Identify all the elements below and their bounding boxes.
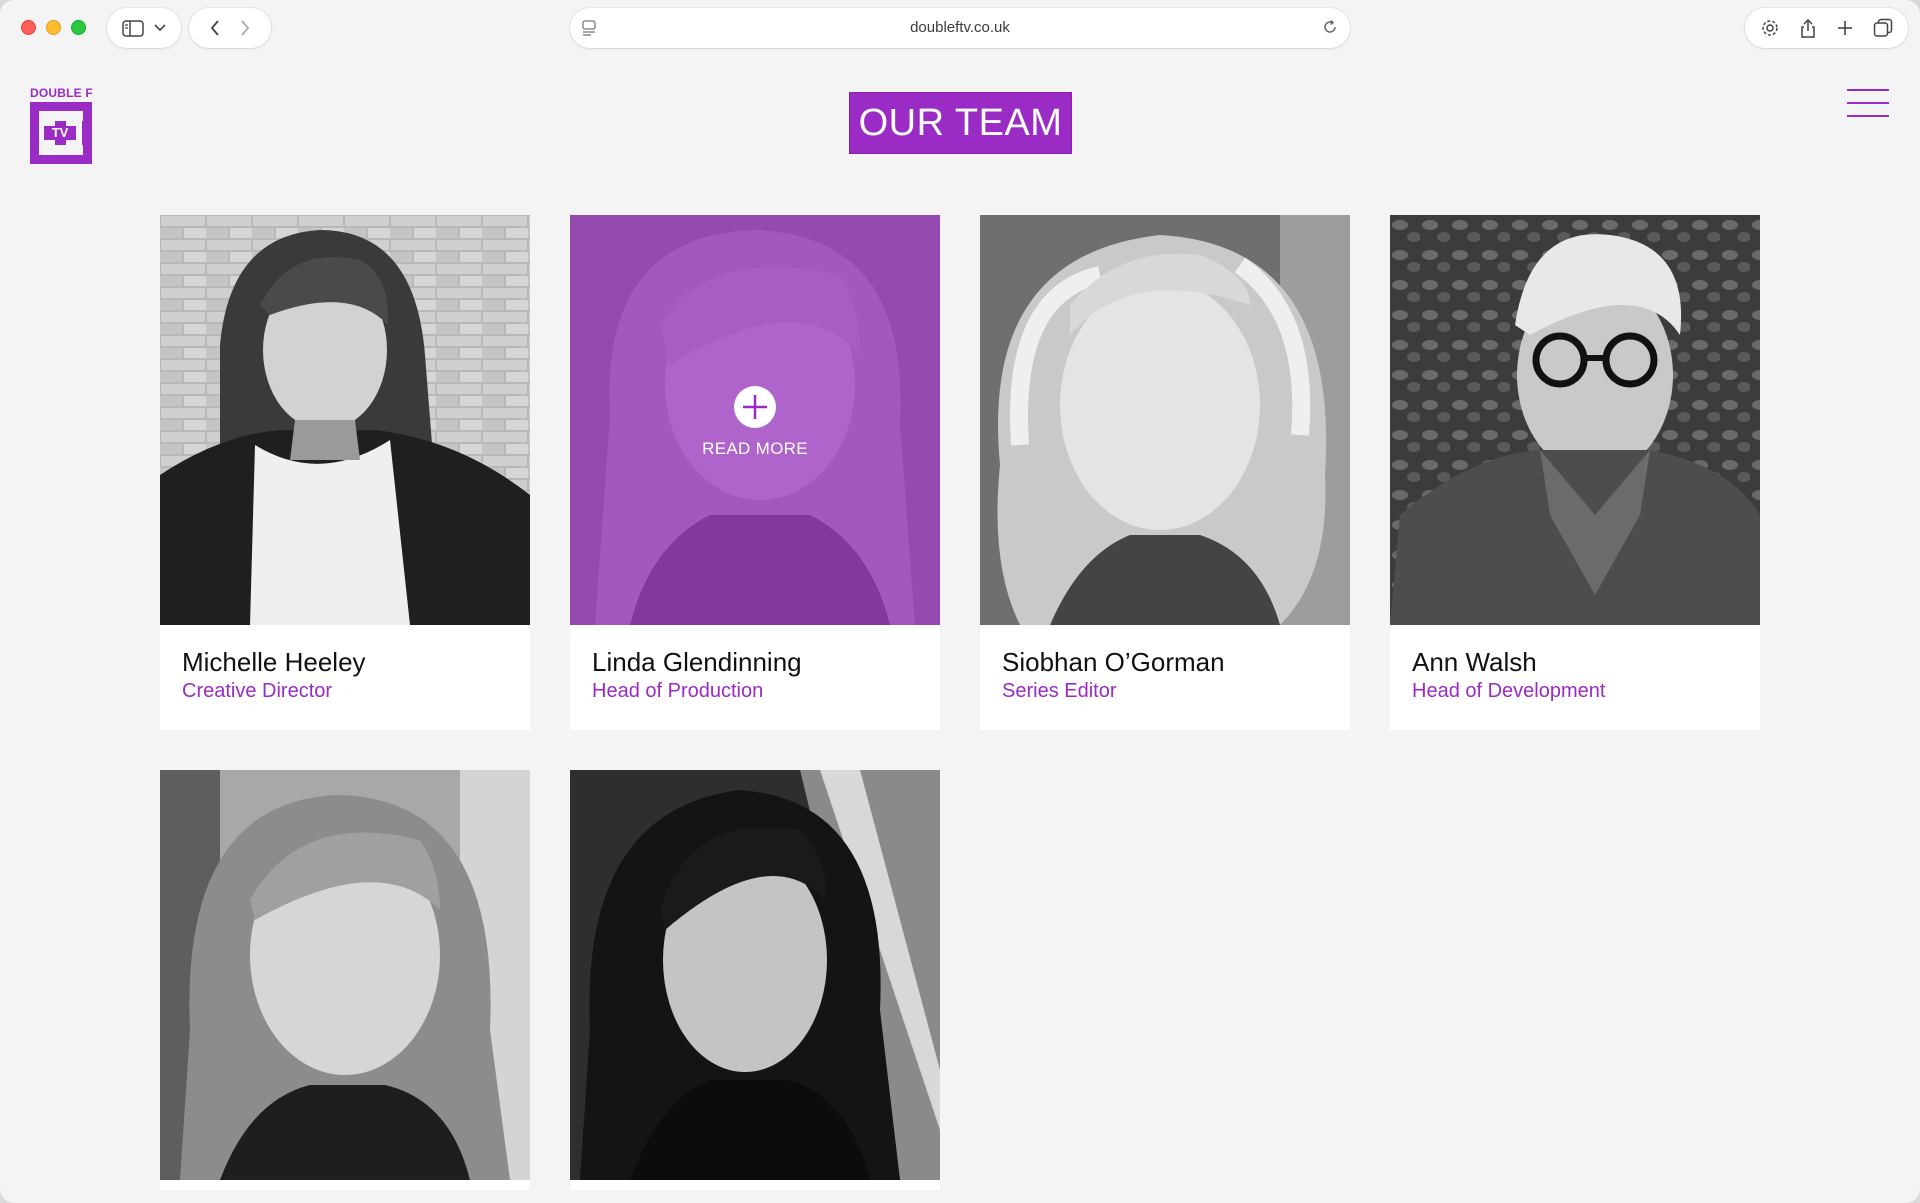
team-member-name[interactable]: Michelle Heeley (182, 647, 366, 678)
sidebar-toggle-group (107, 8, 181, 48)
team-member-photo[interactable] (1390, 215, 1760, 625)
team-member-photo[interactable] (160, 770, 530, 1180)
browser-window: doubleftv.co.uk DOUBLE F TV OUR TEAM Mic… (0, 0, 1920, 1203)
team-card[interactable]: READ MORE Linda Glendinning Head of Prod… (570, 215, 940, 730)
team-member-name[interactable]: Ann Walsh (1412, 647, 1537, 678)
team-card[interactable]: Siobhan O’Gorman Series Editor (980, 215, 1350, 730)
tabs-overview-icon[interactable] (1873, 18, 1893, 38)
toolbar-actions (1745, 8, 1908, 48)
team-member-name[interactable]: Siobhan O’Gorman (1002, 647, 1225, 678)
team-card[interactable] (160, 770, 530, 1190)
reload-icon[interactable] (1322, 19, 1338, 35)
logo-mark: TV (30, 102, 92, 164)
svg-text:TV: TV (52, 125, 69, 140)
team-card[interactable]: Michelle Heeley Creative Director (160, 215, 530, 730)
team-member-photo[interactable] (570, 770, 940, 1180)
team-member-photo[interactable] (160, 215, 530, 625)
read-more-button[interactable]: READ MORE (570, 385, 940, 459)
site-logo[interactable]: DOUBLE F TV (30, 86, 94, 166)
team-member-role: Creative Director (182, 680, 333, 702)
page-title: OUR TEAM (849, 92, 1072, 154)
window-controls (21, 20, 86, 35)
close-window-button[interactable] (21, 20, 36, 35)
minimize-window-button[interactable] (46, 20, 61, 35)
address-bar[interactable]: doubleftv.co.uk (570, 8, 1350, 48)
team-member-role: Series Editor (1002, 680, 1117, 702)
team-member-role: Head of Development (1412, 680, 1606, 702)
new-tab-icon[interactable] (1836, 19, 1854, 37)
history-nav-group (189, 8, 271, 48)
forward-icon[interactable] (240, 20, 250, 36)
team-member-photo[interactable]: READ MORE (570, 215, 940, 625)
team-member-photo[interactable] (980, 215, 1350, 625)
back-icon[interactable] (210, 20, 220, 36)
url-text[interactable]: doubleftv.co.uk (570, 19, 1350, 36)
browser-toolbar: doubleftv.co.uk (0, 0, 1920, 60)
read-more-label: READ MORE (702, 439, 808, 458)
team-member-name[interactable]: Linda Glendinning (592, 647, 802, 678)
team-card[interactable]: Ann Walsh Head of Development (1390, 215, 1760, 730)
chevron-down-icon[interactable] (154, 24, 166, 32)
team-member-role: Head of Production (592, 680, 764, 702)
plus-circle-icon (734, 386, 776, 428)
share-icon[interactable] (1799, 17, 1817, 39)
maximize-window-button[interactable] (71, 20, 86, 35)
hamburger-menu-icon[interactable] (1847, 88, 1889, 118)
settings-icon[interactable] (1760, 18, 1780, 38)
team-card[interactable] (570, 770, 940, 1190)
logo-wordmark: DOUBLE F (30, 86, 93, 100)
sidebar-icon[interactable] (122, 19, 144, 37)
